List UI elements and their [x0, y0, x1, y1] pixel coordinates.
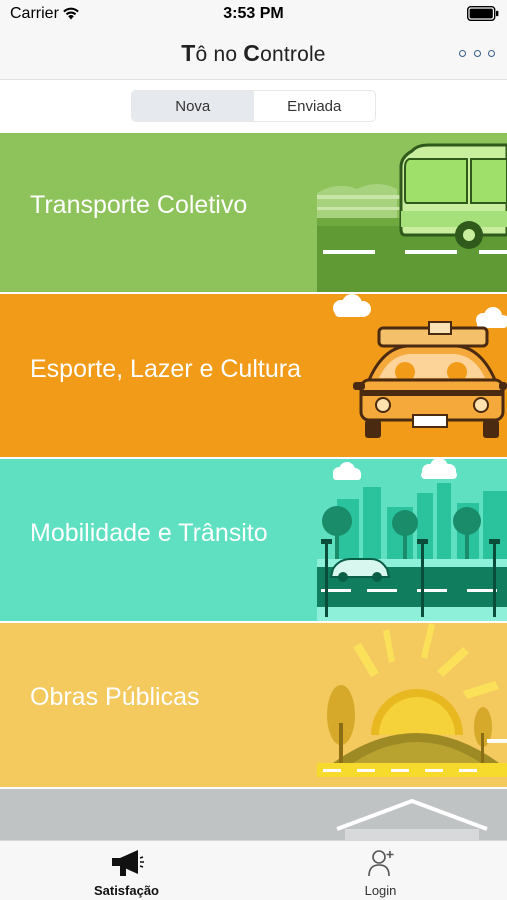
title-part: ontrole [260, 43, 326, 66]
bus-icon [317, 143, 507, 292]
city-traffic-icon [317, 459, 507, 621]
category-transporte-coletivo[interactable]: Transporte Coletivo [0, 133, 507, 292]
category-label: Esporte, Lazer e Cultura [30, 355, 301, 383]
car-icon [333, 294, 507, 438]
app-title: Tô no Controle [0, 40, 507, 67]
battery-icon [467, 6, 499, 21]
category-mobilidade-transito[interactable]: Mobilidade e Trânsito [0, 459, 507, 621]
clock: 3:53 PM [223, 5, 284, 22]
tab-login[interactable]: Login [254, 841, 507, 900]
category-esporte-lazer-cultura[interactable]: Esporte, Lazer e Cultura [0, 294, 507, 457]
segment-nova[interactable]: Nova [132, 91, 254, 121]
status-bar: Carrier 3:53 PM [0, 0, 507, 28]
title-part: ô no [195, 43, 244, 66]
more-dots-icon[interactable] [459, 44, 495, 62]
category-label: Mobilidade e Trânsito [30, 519, 268, 547]
tab-bar: Satisfação Login [0, 840, 507, 900]
sunrise-icon [317, 623, 507, 787]
building-icon [336, 798, 488, 840]
dot [473, 49, 481, 57]
tab-label: Satisfação [93, 883, 160, 898]
category-partial[interactable] [0, 789, 507, 840]
segment-area: Nova Enviada [0, 80, 507, 132]
title-part: C [243, 40, 261, 66]
user-add-icon [367, 850, 393, 877]
tab-satisfacao[interactable]: Satisfação [0, 841, 253, 900]
category-label: Transporte Coletivo [30, 191, 248, 219]
title-part: T [181, 40, 196, 66]
navigation-bar: Tô no Controle [0, 28, 507, 80]
category-obras-publicas[interactable]: Obras Públicas [0, 623, 507, 787]
megaphone-icon [111, 850, 144, 876]
category-label: Obras Públicas [30, 683, 200, 711]
dot [459, 49, 466, 57]
dot [488, 49, 495, 57]
segment-enviada[interactable]: Enviada [254, 91, 376, 121]
segmented-control: Nova Enviada [131, 90, 376, 122]
category-list: Transporte Coletivo Esporte, Lazer e Cul… [0, 133, 507, 840]
tab-label: Login [364, 883, 397, 898]
